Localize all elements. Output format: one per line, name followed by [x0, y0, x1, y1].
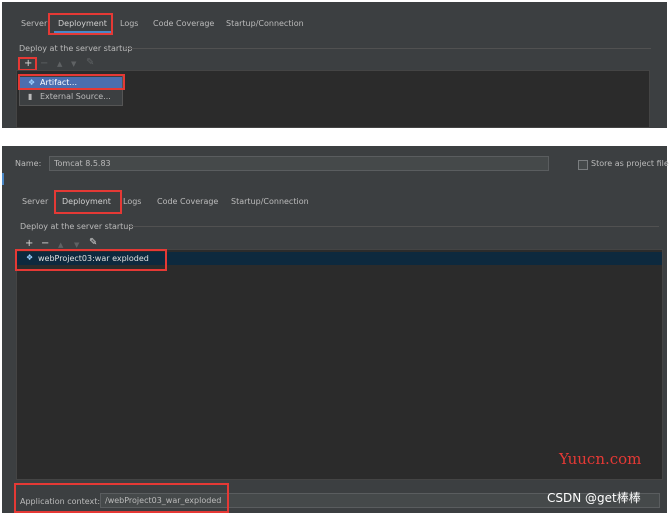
highlight-add-button: [18, 57, 37, 71]
tab-code-coverage[interactable]: Code Coverage: [157, 197, 218, 206]
section-divider: [128, 226, 659, 227]
section-title: Deploy at the server startup: [19, 44, 133, 53]
popup-item-external-source[interactable]: ▮ External Source...: [20, 91, 122, 103]
tab-server[interactable]: Server: [22, 197, 48, 206]
section-divider: [124, 48, 651, 49]
move-up-button[interactable]: ▲: [57, 59, 62, 69]
edit-button[interactable]: ✎: [89, 238, 97, 248]
store-checkbox[interactable]: [578, 160, 588, 170]
external-source-icon: ▮: [28, 92, 33, 101]
edit-button[interactable]: ✎: [86, 58, 94, 68]
highlight-app-context: [14, 483, 229, 513]
section-title: Deploy at the server startup: [20, 222, 134, 231]
tab-code-coverage[interactable]: Code Coverage: [153, 19, 214, 28]
highlight-tab-deployment: [48, 13, 113, 35]
highlight-artifact-row: [15, 249, 167, 271]
tab-logs[interactable]: Logs: [120, 19, 138, 28]
left-edge-marker: [2, 173, 4, 185]
add-button[interactable]: +: [25, 239, 33, 249]
tab-logs[interactable]: Logs: [123, 197, 141, 206]
remove-button[interactable]: −: [41, 239, 49, 249]
highlight-artifact-item: [18, 74, 125, 90]
watermark-csdn: CSDN @get棒棒: [547, 491, 641, 505]
watermark-site: Yuucn.com: [559, 450, 642, 468]
deployment-panel-top: Server Deployment Logs Code Coverage Sta…: [2, 2, 667, 128]
highlight-tab-deployment: [54, 190, 122, 214]
name-field[interactable]: Tomcat 8.5.83: [49, 156, 549, 171]
popup-item-external-source-label: External Source...: [40, 92, 111, 101]
tab-startup-connection[interactable]: Startup/Connection: [231, 197, 309, 206]
tab-server[interactable]: Server: [21, 19, 47, 28]
name-label: Name:: [15, 159, 42, 168]
deployment-panel-bottom: Name: Tomcat 8.5.83 Store as project fil…: [2, 146, 669, 513]
store-label[interactable]: Store as project file: [591, 159, 669, 168]
remove-button[interactable]: −: [40, 59, 48, 69]
deployment-list: ❖ webProject03:war exploded: [16, 249, 663, 480]
tab-startup-connection[interactable]: Startup/Connection: [226, 19, 304, 28]
move-down-button[interactable]: ▼: [71, 59, 76, 69]
